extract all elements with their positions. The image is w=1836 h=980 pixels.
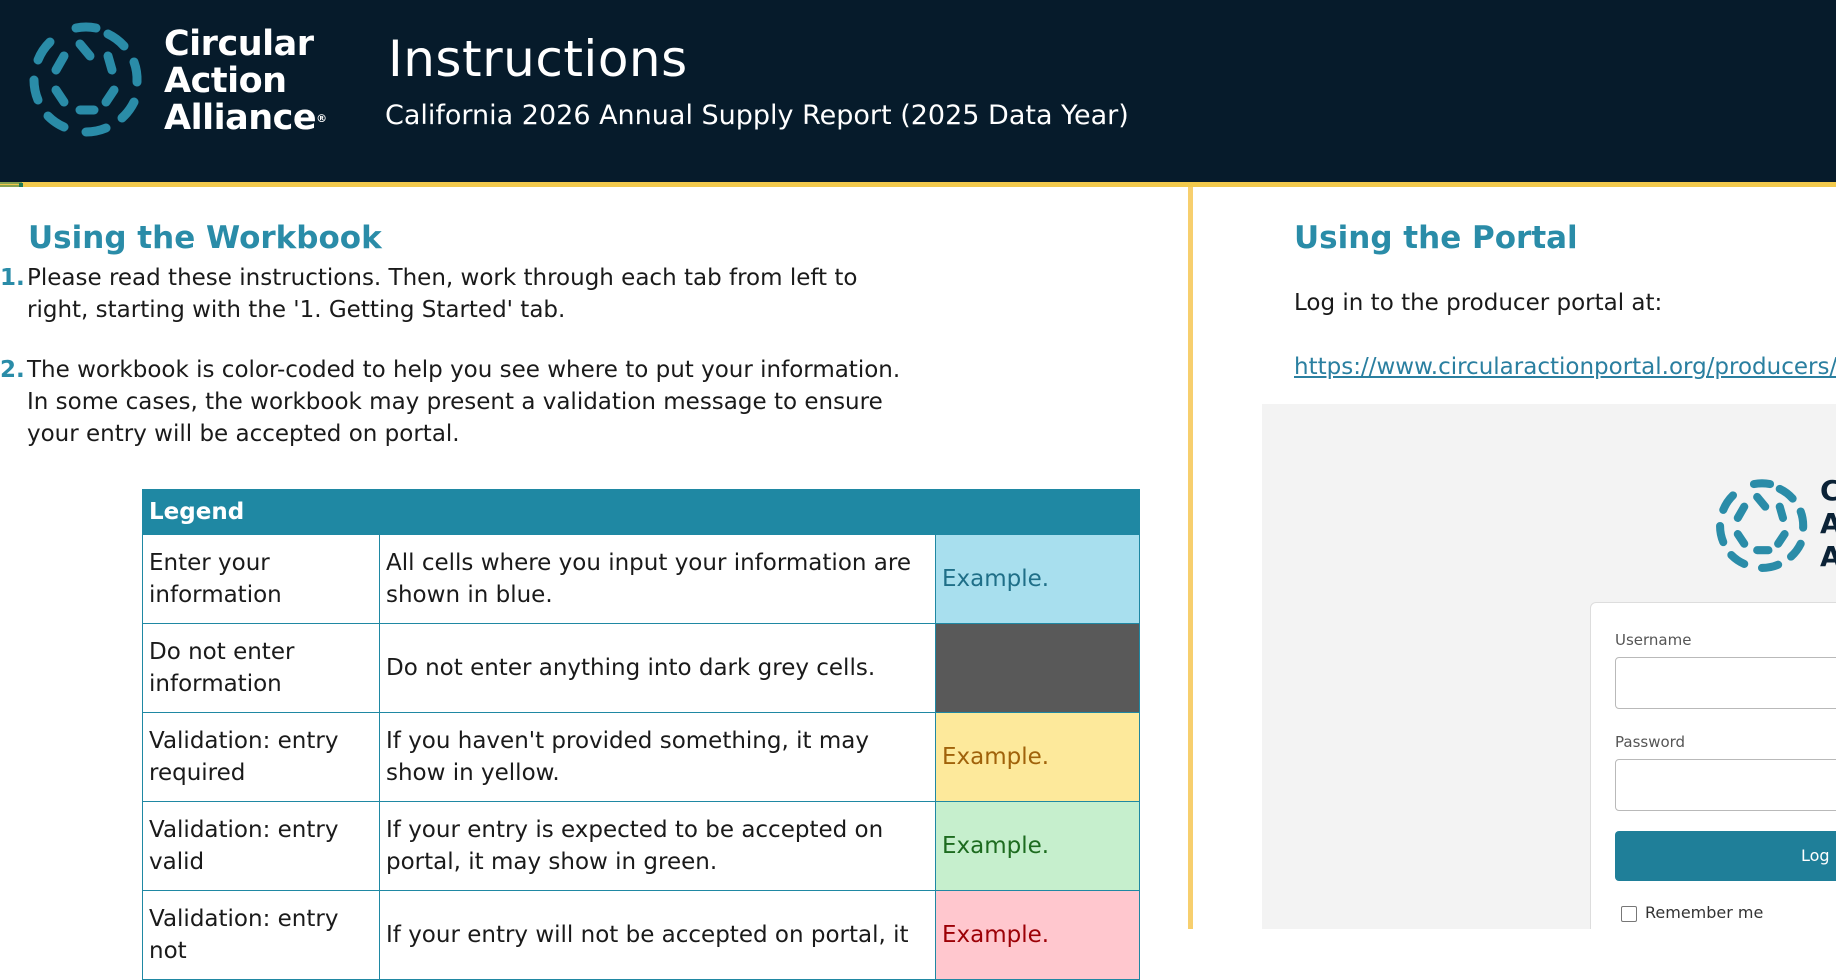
logo-line-1: Circular — [164, 24, 314, 64]
step-1-text: Please read these instructions. Then, wo… — [27, 265, 858, 323]
legend-label: Enter your information — [142, 534, 380, 624]
portal-logo-letter-1: C — [1820, 474, 1836, 507]
legend-header: Legend — [141, 489, 1141, 535]
legend-description: Do not enter anything into dark grey cel… — [379, 623, 936, 713]
legend-row: Validation: entry valid If your entry is … — [142, 801, 1141, 891]
page-subtitle: California 2026 Annual Supply Report (20… — [385, 100, 1129, 131]
workbook-section-title: Using the Workbook — [28, 220, 382, 256]
portal-section-title: Using the Portal — [1294, 220, 1578, 256]
legend-row: Enter your information All cells where yo… — [142, 534, 1141, 624]
username-input[interactable] — [1615, 657, 1836, 709]
header-gold-rule — [0, 182, 1836, 187]
login-card: Username Password Log In Remember me — [1590, 602, 1836, 929]
cell-selection-icon — [0, 182, 23, 187]
step-2-number: 2. — [0, 357, 25, 383]
legend-swatch: Example. — [934, 534, 1141, 624]
legend-description: All cells where you input your informati… — [379, 534, 936, 624]
password-label: Password — [1615, 733, 1686, 751]
legend-description: If your entry is expected to be accepted… — [379, 801, 936, 891]
login-button[interactable]: Log In — [1615, 831, 1836, 881]
legend-swatch: Example. — [934, 801, 1141, 891]
registered-mark: ® — [316, 112, 327, 125]
legend-label: Validation: entry valid — [142, 801, 380, 891]
portal-login-text: Log in to the producer portal at: — [1294, 290, 1663, 316]
legend-table: Legend Enter your information All cells w… — [141, 489, 1141, 980]
portal-logo-letter-2: A — [1820, 507, 1836, 540]
legend-row: Do not enter information Do not enter any… — [142, 623, 1141, 713]
step-2-text: The workbook is color-coded to help you … — [27, 357, 901, 447]
step-2: 2. The workbook is color-coded to help y… — [0, 354, 920, 450]
remember-me-label: Remember me — [1645, 903, 1764, 922]
remember-me-checkbox[interactable] — [1621, 905, 1637, 922]
portal-login-screenshot: C A A Username Password Log In Remember … — [1262, 404, 1836, 929]
portal-login-link[interactable]: https://www.circularactionportal.org/pro… — [1294, 354, 1836, 380]
legend-row: Validation: entry not If your entry will … — [142, 890, 1141, 980]
column-divider — [1188, 187, 1193, 929]
circular-action-alliance-logo: Circular Action Alliance® — [24, 18, 327, 148]
page-title: Instructions — [388, 30, 688, 88]
portal-logo-letter-3: A — [1820, 540, 1836, 573]
legend-description: If you haven't provided something, it ma… — [379, 712, 936, 802]
legend-label: Do not enter information — [142, 623, 380, 713]
legend-description: If your entry will not be accepted on po… — [379, 890, 936, 980]
step-1-number: 1. — [0, 265, 25, 291]
portal-logo-icon — [1716, 479, 1808, 572]
page-header: Circular Action Alliance® Instructions C… — [0, 0, 1836, 182]
step-1: 1. Please read these instructions. Then,… — [0, 262, 920, 326]
password-input[interactable] — [1615, 759, 1836, 811]
legend-label: Validation: entry required — [142, 712, 380, 802]
legend-row: Validation: entry required If you haven't… — [142, 712, 1141, 802]
username-label: Username — [1615, 631, 1692, 649]
legend-swatch: Example. — [934, 890, 1141, 980]
legend-label: Validation: entry not — [142, 890, 380, 980]
logo-line-2: Action — [164, 61, 287, 101]
legend-swatch — [934, 623, 1141, 713]
logo-line-3: Alliance — [164, 98, 317, 138]
legend-swatch: Example. — [934, 712, 1141, 802]
remember-me[interactable]: Remember me — [1621, 903, 1763, 922]
portal-logo-text: C A A — [1820, 474, 1836, 573]
logo-ring-icon — [29, 22, 142, 137]
